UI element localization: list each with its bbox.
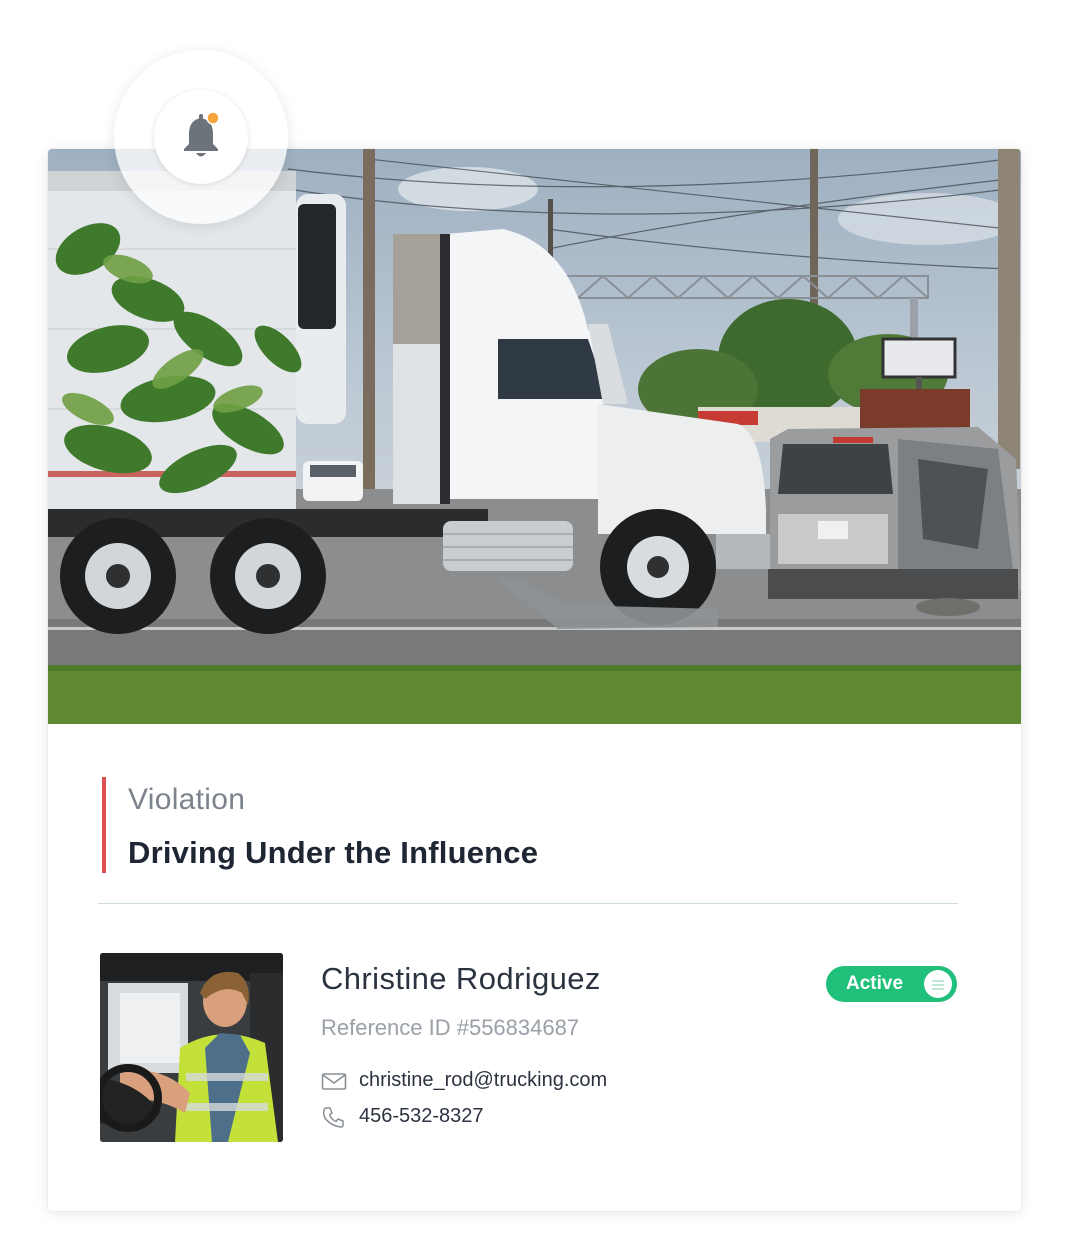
phone-icon (321, 1106, 347, 1128)
page: Violation Driving Under the Influence Ch… (0, 0, 1073, 1260)
incident-photo (48, 149, 1021, 724)
violation-card: Violation Driving Under the Influence Ch… (48, 149, 1021, 1211)
driver-name: Christine Rodriguez (321, 961, 601, 996)
bell-icon (184, 112, 220, 157)
violation-block: Violation Driving Under the Influence (102, 777, 538, 873)
violation-label: Violation (128, 783, 246, 816)
status-toggle[interactable]: Active (826, 966, 957, 1002)
driver-photo (100, 953, 283, 1142)
driver-email[interactable]: christine_rod@trucking.com (359, 1069, 607, 1092)
envelope-icon (321, 1070, 347, 1092)
toggle-knob[interactable] (924, 970, 952, 998)
notification-button[interactable] (154, 90, 248, 184)
driver-reference-id: Reference ID #556834687 (321, 1015, 580, 1040)
driver-email-row[interactable]: christine_rod@trucking.com (321, 1069, 607, 1092)
truck-accident-illustration (48, 149, 1021, 724)
status-label: Active (846, 973, 904, 994)
section-divider (98, 903, 958, 904)
violation-title: Driving Under the Influence (128, 835, 539, 870)
driver-avatar (100, 953, 283, 1142)
notification-halo (114, 50, 288, 224)
driver-phone[interactable]: 456-532-8327 (359, 1105, 484, 1128)
driver-phone-row[interactable]: 456-532-8327 (321, 1105, 484, 1128)
notification-badge (206, 112, 220, 125)
